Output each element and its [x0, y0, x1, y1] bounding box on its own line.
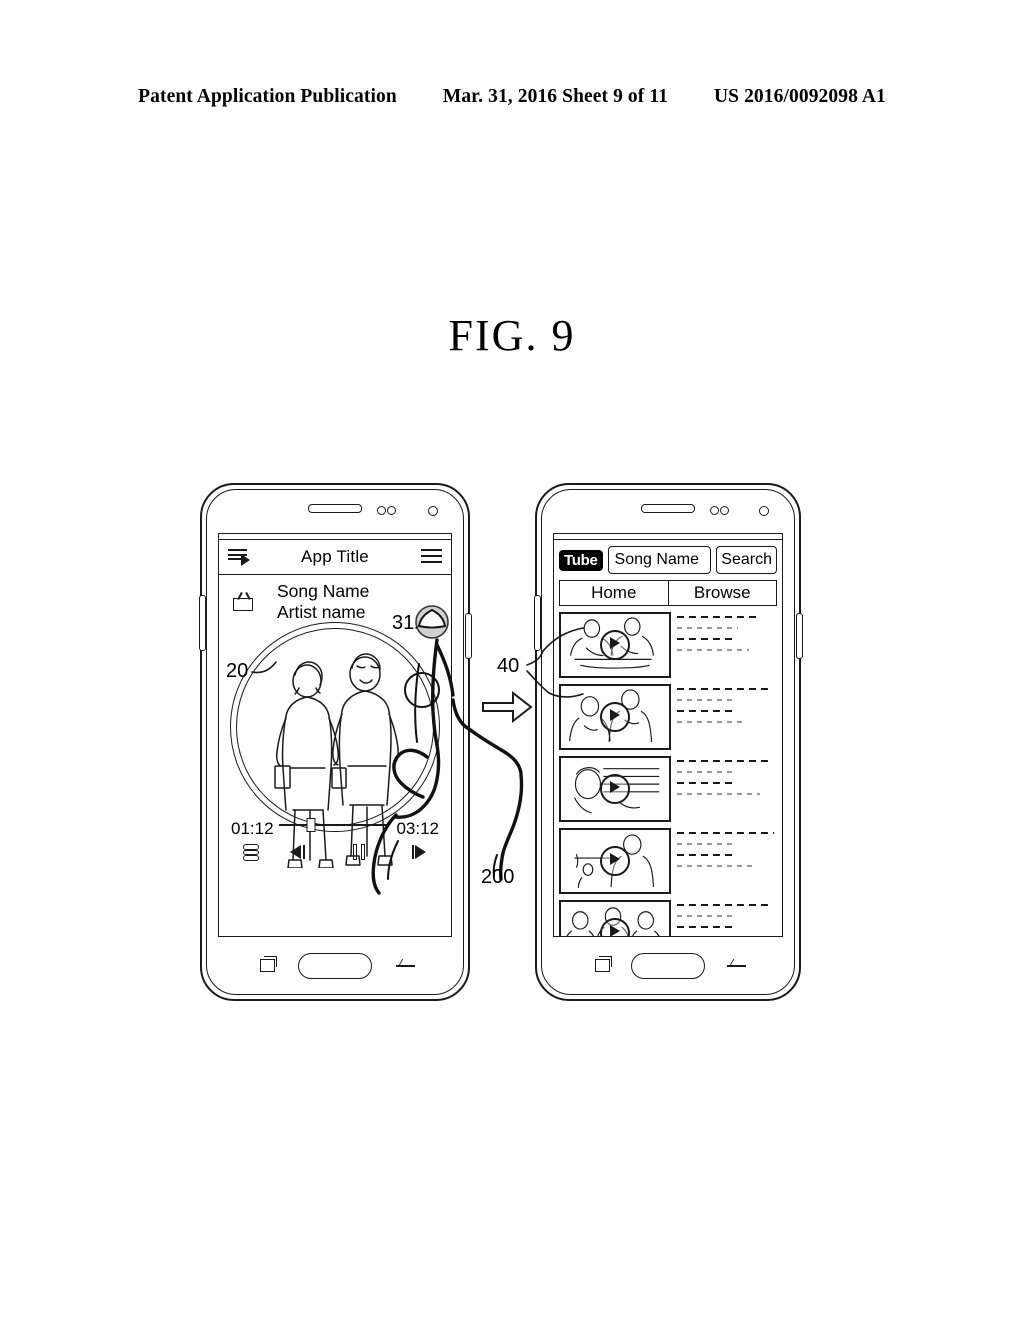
video-text-placeholder-line — [677, 771, 735, 773]
video-text-placeholder-line — [677, 616, 761, 618]
player-controls: 01:12 03:12 — [231, 818, 439, 870]
video-text-placeholder-line — [677, 854, 732, 856]
proximity-sensor-icon — [710, 506, 719, 515]
back-icon[interactable] — [396, 958, 416, 970]
playlist-icon[interactable] — [243, 844, 259, 861]
patent-figure-page: Patent Application Publication Mar. 31, … — [0, 0, 1024, 1320]
video-list-item[interactable] — [559, 900, 777, 936]
time-row: 01:12 03:12 — [231, 818, 439, 841]
play-icon[interactable] — [600, 702, 630, 732]
video-text-placeholder-line — [677, 710, 732, 712]
volume-button[interactable] — [533, 595, 541, 651]
video-text-placeholder-line — [677, 688, 773, 690]
video-text-placeholder-line — [677, 843, 736, 845]
video-list-item[interactable] — [559, 828, 777, 894]
right-phone-navbar — [537, 949, 799, 985]
video-thumbnail-1[interactable] — [559, 612, 671, 678]
video-text-placeholder-line — [677, 926, 732, 928]
recents-icon[interactable] — [260, 956, 277, 972]
search-bar: Tube Song Name Search — [554, 540, 782, 578]
album-art-inner-ring — [236, 628, 434, 826]
tab-browse[interactable]: Browse — [668, 580, 777, 606]
left-phone-navbar — [202, 949, 468, 985]
video-meta — [677, 612, 777, 678]
video-text-placeholder-line — [677, 638, 732, 640]
video-text-placeholder-line — [677, 627, 738, 629]
play-icon[interactable] — [600, 846, 630, 876]
previous-track-icon[interactable] — [288, 844, 310, 860]
tab-home[interactable]: Home — [559, 580, 669, 606]
video-list-item[interactable] — [559, 612, 777, 678]
hamburger-menu-icon[interactable] — [421, 549, 442, 565]
video-text-placeholder-line — [677, 793, 760, 795]
video-text-placeholder-line — [677, 915, 735, 917]
figure-caption: FIG. 9 — [448, 311, 576, 360]
publication-label: Patent Application Publication — [138, 86, 397, 107]
proximity-sensor-icon — [377, 506, 386, 515]
pause-icon[interactable] — [352, 844, 370, 860]
video-list — [559, 612, 777, 936]
power-button[interactable] — [795, 613, 803, 659]
search-button[interactable]: Search — [716, 546, 777, 574]
video-text-placeholder-line — [677, 721, 747, 723]
date-sheet-label: Mar. 31, 2016 Sheet 9 of 11 — [442, 86, 668, 107]
tv-cast-icon[interactable] — [233, 592, 255, 611]
video-text-placeholder-line — [677, 782, 732, 784]
video-thumbnail-3[interactable] — [559, 756, 671, 822]
tab-bar: Home Browse — [559, 580, 777, 606]
home-icon[interactable] — [631, 953, 705, 979]
reference-numeral-200: 200 — [481, 866, 515, 888]
volume-button[interactable] — [198, 595, 206, 651]
back-icon[interactable] — [727, 958, 747, 970]
front-camera-icon — [759, 506, 769, 516]
video-text-placeholder-line — [677, 865, 755, 867]
search-input[interactable]: Song Name — [607, 546, 712, 574]
video-list-item[interactable] — [559, 756, 777, 822]
elapsed-time: 01:12 — [231, 819, 274, 838]
app-title: App Title — [301, 547, 369, 566]
video-text-placeholder-line — [677, 832, 774, 834]
left-phone-screen: App Title Song Name Artist name 01:12 03… — [218, 533, 452, 937]
video-thumbnail-4[interactable] — [559, 828, 671, 894]
patent-number-label: US 2016/0092098 A1 — [713, 86, 886, 107]
play-icon[interactable] — [600, 774, 630, 804]
song-name: Song Name — [277, 581, 370, 601]
play-icon[interactable] — [600, 630, 630, 660]
next-track-icon[interactable] — [411, 844, 433, 860]
video-meta — [677, 684, 777, 750]
reference-numeral-40: 40 — [497, 655, 520, 677]
seek-thumb[interactable] — [306, 818, 316, 832]
home-icon[interactable] — [298, 953, 372, 979]
patent-header: Patent Application Publication Mar. 31, … — [0, 86, 1024, 108]
app-bar: App Title — [219, 540, 451, 575]
power-button[interactable] — [464, 613, 472, 659]
video-meta — [677, 756, 777, 822]
seek-bar[interactable] — [279, 818, 387, 832]
tube-logo[interactable]: Tube — [559, 549, 603, 571]
duration-time: 03:12 — [396, 819, 439, 838]
reference-numeral-31: 31 — [392, 612, 415, 634]
video-list-item[interactable] — [559, 684, 777, 750]
video-meta — [677, 828, 777, 894]
right-phone-screen: Tube Song Name Search Home Browse — [553, 533, 783, 937]
earpiece-speaker — [641, 504, 695, 513]
speaker-icon[interactable] — [228, 548, 250, 566]
phone-left-music-player: App Title Song Name Artist name 01:12 03… — [198, 483, 472, 1001]
phone-right-video-app: Tube Song Name Search Home Browse — [533, 483, 803, 1001]
transport-buttons: i — [231, 844, 439, 870]
video-thumbnail-5[interactable] — [559, 900, 671, 936]
video-text-placeholder-line — [677, 699, 737, 701]
video-text-placeholder-line — [677, 649, 749, 651]
reference-numeral-20: 20 — [226, 660, 249, 682]
video-meta — [677, 900, 777, 936]
video-text-placeholder-line — [677, 904, 772, 906]
recents-icon[interactable] — [595, 956, 612, 972]
video-text-placeholder-line — [677, 760, 772, 762]
earpiece-speaker — [308, 504, 362, 513]
front-camera-icon — [428, 506, 438, 516]
light-sensor-icon — [387, 506, 396, 515]
video-thumbnail-2[interactable] — [559, 684, 671, 750]
light-sensor-icon — [720, 506, 729, 515]
